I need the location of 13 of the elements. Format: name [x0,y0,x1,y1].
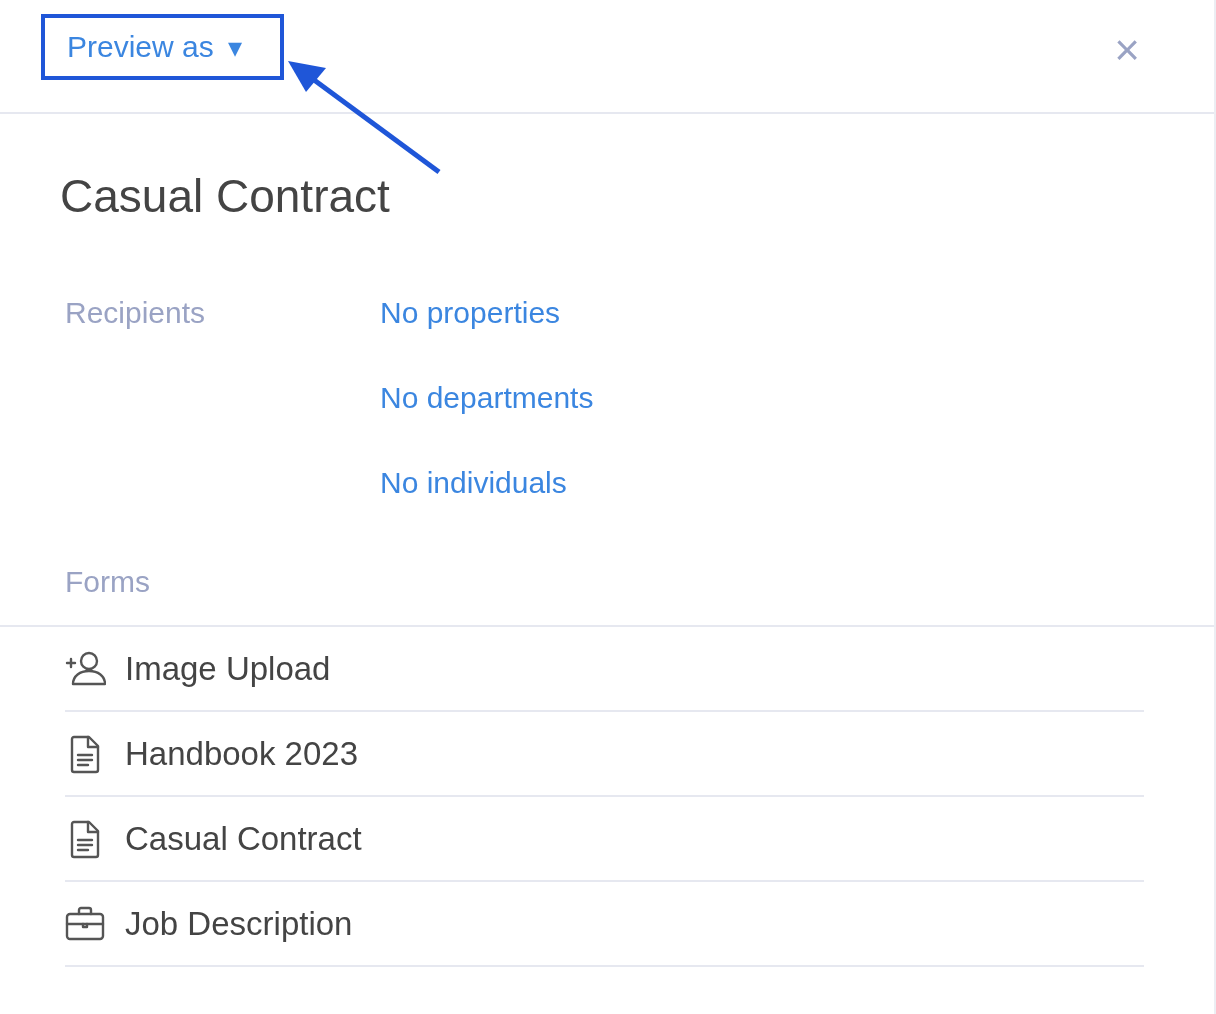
recipient-link[interactable]: No departments [380,373,594,423]
page-title: Casual Contract [60,169,391,224]
form-name[interactable]: Casual Contract [125,819,362,858]
recipient-link[interactable]: No properties [380,288,561,338]
caret-icon: ▾ [227,30,242,64]
close-button[interactable]: × [1114,26,1140,74]
form-name[interactable]: Handbook 2023 [125,734,359,773]
form-name[interactable]: Image Upload [125,649,331,688]
form-name[interactable]: Job Description [125,904,353,943]
recipients-label: Recipients [65,295,207,331]
recipient-link[interactable]: No individuals [380,458,567,508]
forms-label: Forms [65,565,150,598]
preview-as-button[interactable]: Preview as ▾ [45,18,264,76]
